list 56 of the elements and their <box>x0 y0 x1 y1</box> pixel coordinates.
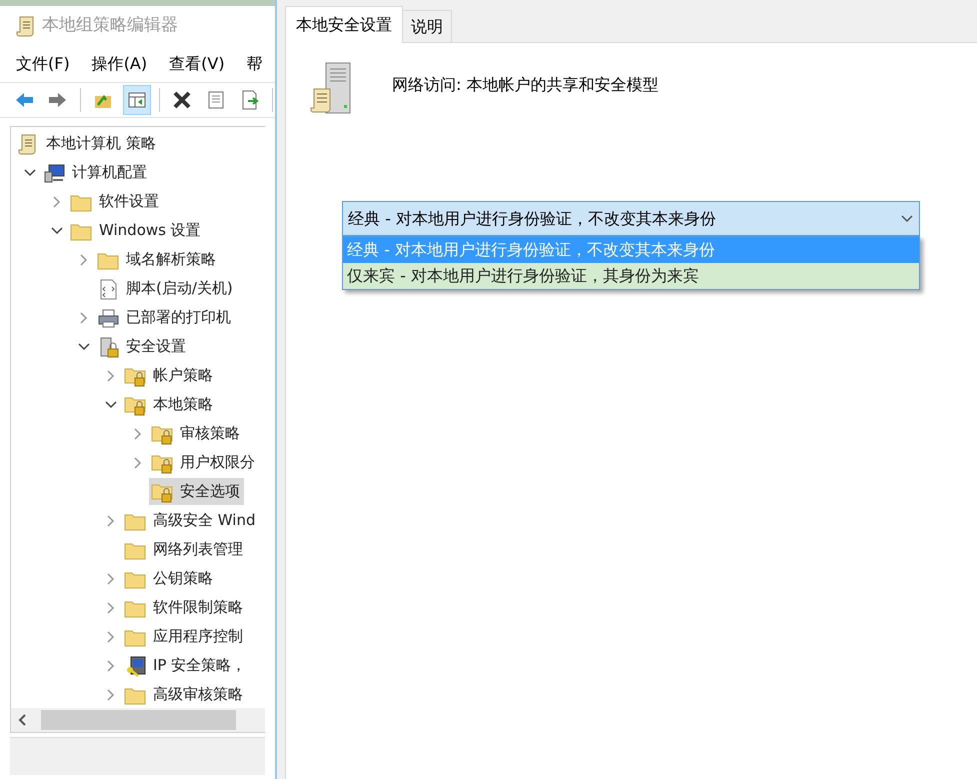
expand-chevron-icon[interactable] <box>78 312 90 324</box>
panel-button[interactable] <box>122 85 152 115</box>
computer-icon <box>43 162 65 184</box>
tree-item[interactable]: 计算机配置 <box>41 159 151 186</box>
expand-chevron-icon[interactable] <box>78 254 90 266</box>
tree-item[interactable]: 审核策略 <box>149 420 244 447</box>
chevron-down-icon <box>900 214 914 224</box>
scroll-icon <box>16 15 36 37</box>
expand-chevron-icon[interactable] <box>132 456 144 468</box>
tree-item[interactable]: 安全选项 <box>149 478 244 505</box>
tree-item[interactable]: 公钥策略 <box>122 565 217 592</box>
tree-item[interactable]: 安全设置 <box>95 333 190 360</box>
server-icon <box>310 61 352 115</box>
dropdown-option[interactable]: 仅来宾 - 对本地用户进行身份验证，其身份为来宾 <box>343 263 919 289</box>
tree-item[interactable]: 已部署的打印机 <box>95 304 235 331</box>
tree-item[interactable]: 应用程序控制 <box>122 623 247 650</box>
tree-item[interactable]: 本地计算机 策略 <box>15 130 160 157</box>
expand-chevron-icon[interactable] <box>105 660 117 672</box>
menu-item[interactable]: 文件(F) <box>16 52 70 76</box>
expand-chevron-icon[interactable] <box>105 630 117 642</box>
tree-item[interactable]: 域名解析策略 <box>95 246 220 273</box>
tree-item[interactable]: 软件设置 <box>68 188 163 215</box>
expand-chevron-icon[interactable] <box>105 572 117 584</box>
expand-chevron-icon[interactable] <box>105 688 117 700</box>
tab[interactable]: 本地安全设置 <box>285 6 403 43</box>
menu-item[interactable]: 查看(V) <box>169 52 225 76</box>
tree-item[interactable]: Windows 设置 <box>68 217 205 244</box>
horizontal-scrollbar[interactable] <box>11 708 265 732</box>
printer-icon <box>97 306 119 328</box>
expand-chevron-icon[interactable] <box>51 196 63 208</box>
expand-chevron-icon[interactable] <box>105 514 117 526</box>
expand-chevron-icon[interactable] <box>105 602 117 614</box>
tree-item[interactable]: 脚本(启动/关机) <box>95 275 237 302</box>
scrollbar-thumb[interactable] <box>41 710 236 730</box>
delete-icon <box>171 89 194 111</box>
menu-item[interactable]: 帮 <box>246 52 263 76</box>
collapse-chevron-icon[interactable] <box>78 340 90 352</box>
tab[interactable]: 说明 <box>403 10 452 42</box>
tree-item[interactable]: 本地策略 <box>122 391 217 418</box>
expand-chevron-icon[interactable] <box>105 370 117 382</box>
tree-item[interactable]: 软件限制策略 <box>122 594 247 621</box>
computer-key-icon <box>124 654 146 676</box>
tree-item[interactable]: 网络列表管理 <box>122 536 247 563</box>
tree-item[interactable]: 用户权限分 <box>149 449 259 476</box>
menu-item[interactable]: 操作(A) <box>92 52 148 76</box>
window-title: 本地组策略编辑器 <box>42 14 178 38</box>
tree-item[interactable]: 高级安全 Wind <box>122 507 260 534</box>
policy-dropdown[interactable]: 经典 - 对本地用户进行身份验证，不改变其本来身份 <box>342 201 920 236</box>
tree-item[interactable]: IP 安全策略， <box>122 652 250 679</box>
expand-chevron-icon[interactable] <box>132 428 144 440</box>
policy-title: 网络访问: 本地帐户的共享和安全模型 <box>392 74 658 96</box>
tree-item[interactable]: 高级审核策略 <box>122 681 247 708</box>
collapse-chevron-icon[interactable] <box>51 224 63 236</box>
collapse-chevron-icon[interactable] <box>105 398 117 410</box>
collapse-chevron-icon[interactable] <box>24 166 36 178</box>
tree-item[interactable]: 帐户策略 <box>122 362 217 389</box>
